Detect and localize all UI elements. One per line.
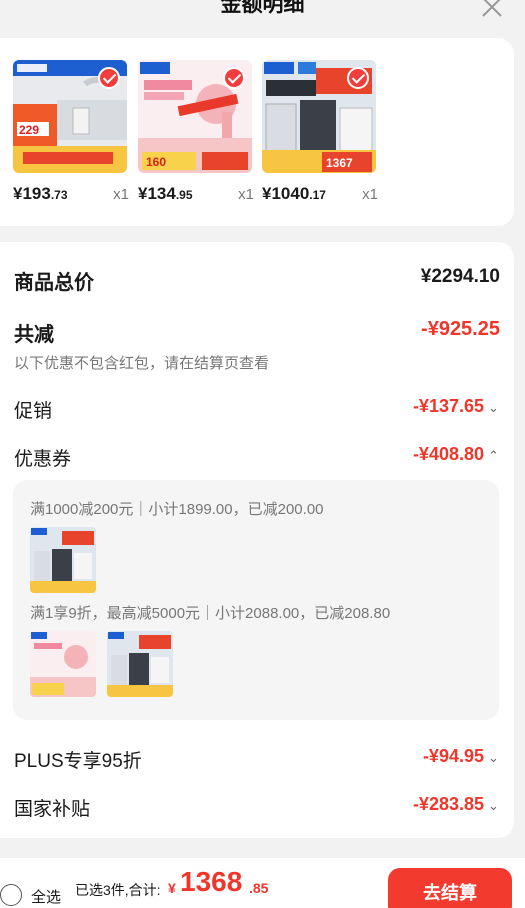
product-thumbnail: 160 — [138, 60, 252, 173]
select-all-label[interactable]: 全选 — [31, 886, 61, 907]
coupon-value: -¥408.80 ⌃ — [412, 444, 499, 464]
reduce-note: 以下优惠不包含红包，请在结算页查看 — [14, 355, 270, 372]
select-all-radio[interactable] — [0, 884, 22, 906]
coupon-product-thumbnail — [107, 631, 173, 697]
sheet-header: 金额明细 — [0, 0, 525, 30]
product-thumbnail: 229 — [13, 60, 127, 173]
product-item[interactable]: 1367 ¥1040.17 x1 — [262, 60, 378, 203]
selected-check-icon — [98, 67, 120, 89]
total-amount-decimal: .85 — [249, 880, 269, 896]
promo-label: 促销 — [14, 401, 53, 422]
selected-summary: 已选3件,合计: — [75, 882, 161, 898]
svg-text:1367: 1367 — [326, 156, 353, 170]
chevron-down-icon: ⌄ — [488, 750, 499, 765]
coupon-product-thumbnail — [30, 631, 96, 697]
checkout-bar: 全选 已选3件,合计: ¥ 1368 .85 去结算 — [0, 858, 525, 908]
selected-check-icon — [347, 67, 369, 89]
svg-text:160: 160 — [146, 155, 166, 169]
total-reduce-label: 共减 — [14, 324, 54, 346]
product-quantity: x1 — [238, 186, 254, 203]
coupon-product-thumbnail — [30, 527, 96, 593]
subsidy-value: -¥283.85 ⌄ — [412, 794, 499, 814]
goods-total-row: 商品总价 ¥2294.10 — [14, 266, 500, 295]
coupon-rule-line: 满1000减200元｜小计1899.00，已减200.00 — [30, 501, 324, 518]
selected-check-icon — [223, 67, 245, 89]
product-price: ¥193.73 — [13, 184, 68, 203]
total-currency: ¥ — [168, 880, 176, 896]
price-detail-card: 商品总价 ¥2294.10 共减 -¥925.25 以下优惠不包含红包，请在结算… — [0, 242, 514, 838]
plus-discount-value: -¥94.95 ⌄ — [422, 746, 499, 766]
coupon-rule-line: 满1享9折，最高减5000元｜小计2088.00，已减208.80 — [30, 605, 391, 622]
product-quantity: x1 — [362, 186, 378, 203]
promo-row[interactable]: 促销 -¥137.65 ⌄ — [14, 396, 500, 423]
product-thumbnail: 1367 — [262, 60, 376, 173]
subsidy-label: 国家补贴 — [14, 799, 91, 820]
goods-total-value: ¥2294.10 — [420, 266, 500, 287]
product-item[interactable]: 160 ¥134.95 x1 — [138, 60, 254, 203]
chevron-down-icon: ⌄ — [488, 798, 499, 813]
total-reduce-row: 共减 -¥925.25 — [14, 318, 500, 347]
svg-text:229: 229 — [19, 123, 39, 137]
total-reduce-value: -¥925.25 — [421, 318, 500, 340]
page-title: 金额明细 — [220, 0, 305, 16]
chevron-up-icon: ⌃ — [488, 448, 499, 463]
product-price: ¥1040.17 — [262, 184, 326, 203]
chevron-down-icon: ⌄ — [488, 400, 499, 415]
product-price: ¥134.95 — [138, 184, 193, 203]
goods-total-label: 商品总价 — [14, 272, 94, 294]
coupon-detail-panel: 满1000减200元｜小计1899.00，已减200.00 满1享9折，最高减5… — [13, 480, 499, 720]
promo-value: -¥137.65 ⌄ — [412, 396, 499, 416]
coupon-row[interactable]: 优惠券 -¥408.80 ⌃ — [14, 444, 500, 471]
close-button[interactable] — [479, 0, 505, 20]
checkout-button[interactable]: 去结算 — [388, 868, 512, 908]
close-icon — [482, 0, 502, 17]
coupon-label: 优惠券 — [14, 449, 72, 470]
plus-discount-row[interactable]: PLUS专享95折 -¥94.95 ⌄ — [14, 746, 500, 773]
product-item[interactable]: 229 ¥193.73 x1 — [13, 60, 129, 203]
total-amount: 1368 — [180, 866, 243, 897]
subsidy-row[interactable]: 国家补贴 -¥283.85 ⌄ — [14, 794, 500, 821]
product-list-card: 229 ¥193.73 x1 160 ¥134.95 x1 1367 ¥1040… — [0, 38, 514, 226]
product-quantity: x1 — [113, 186, 129, 203]
plus-discount-label: PLUS专享95折 — [14, 751, 142, 772]
